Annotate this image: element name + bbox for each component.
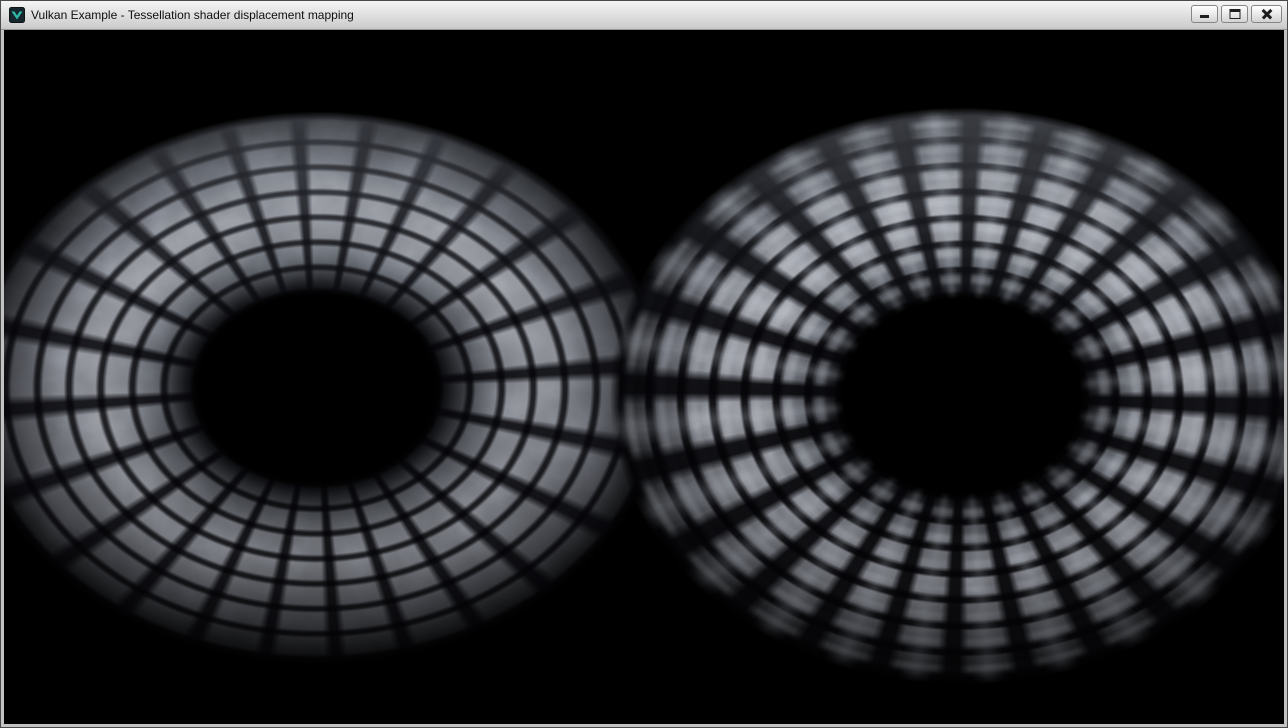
window-controls (1191, 5, 1282, 23)
vulkan-app-icon (9, 7, 25, 23)
stone-torus-flat (4, 110, 669, 666)
titlebar[interactable]: Vulkan Example - Tessellation shader dis… (1, 1, 1287, 30)
stone-torus-displaced (608, 106, 1284, 686)
render-viewport[interactable] (4, 30, 1284, 724)
window-title: Vulkan Example - Tessellation shader dis… (31, 8, 354, 22)
minimize-button[interactable] (1191, 5, 1218, 23)
maximize-button[interactable] (1221, 5, 1248, 23)
stone-texture-noise (608, 106, 1284, 686)
stone-texture-noise (4, 110, 669, 666)
app-window: Vulkan Example - Tessellation shader dis… (0, 0, 1288, 728)
close-button[interactable] (1251, 5, 1282, 23)
